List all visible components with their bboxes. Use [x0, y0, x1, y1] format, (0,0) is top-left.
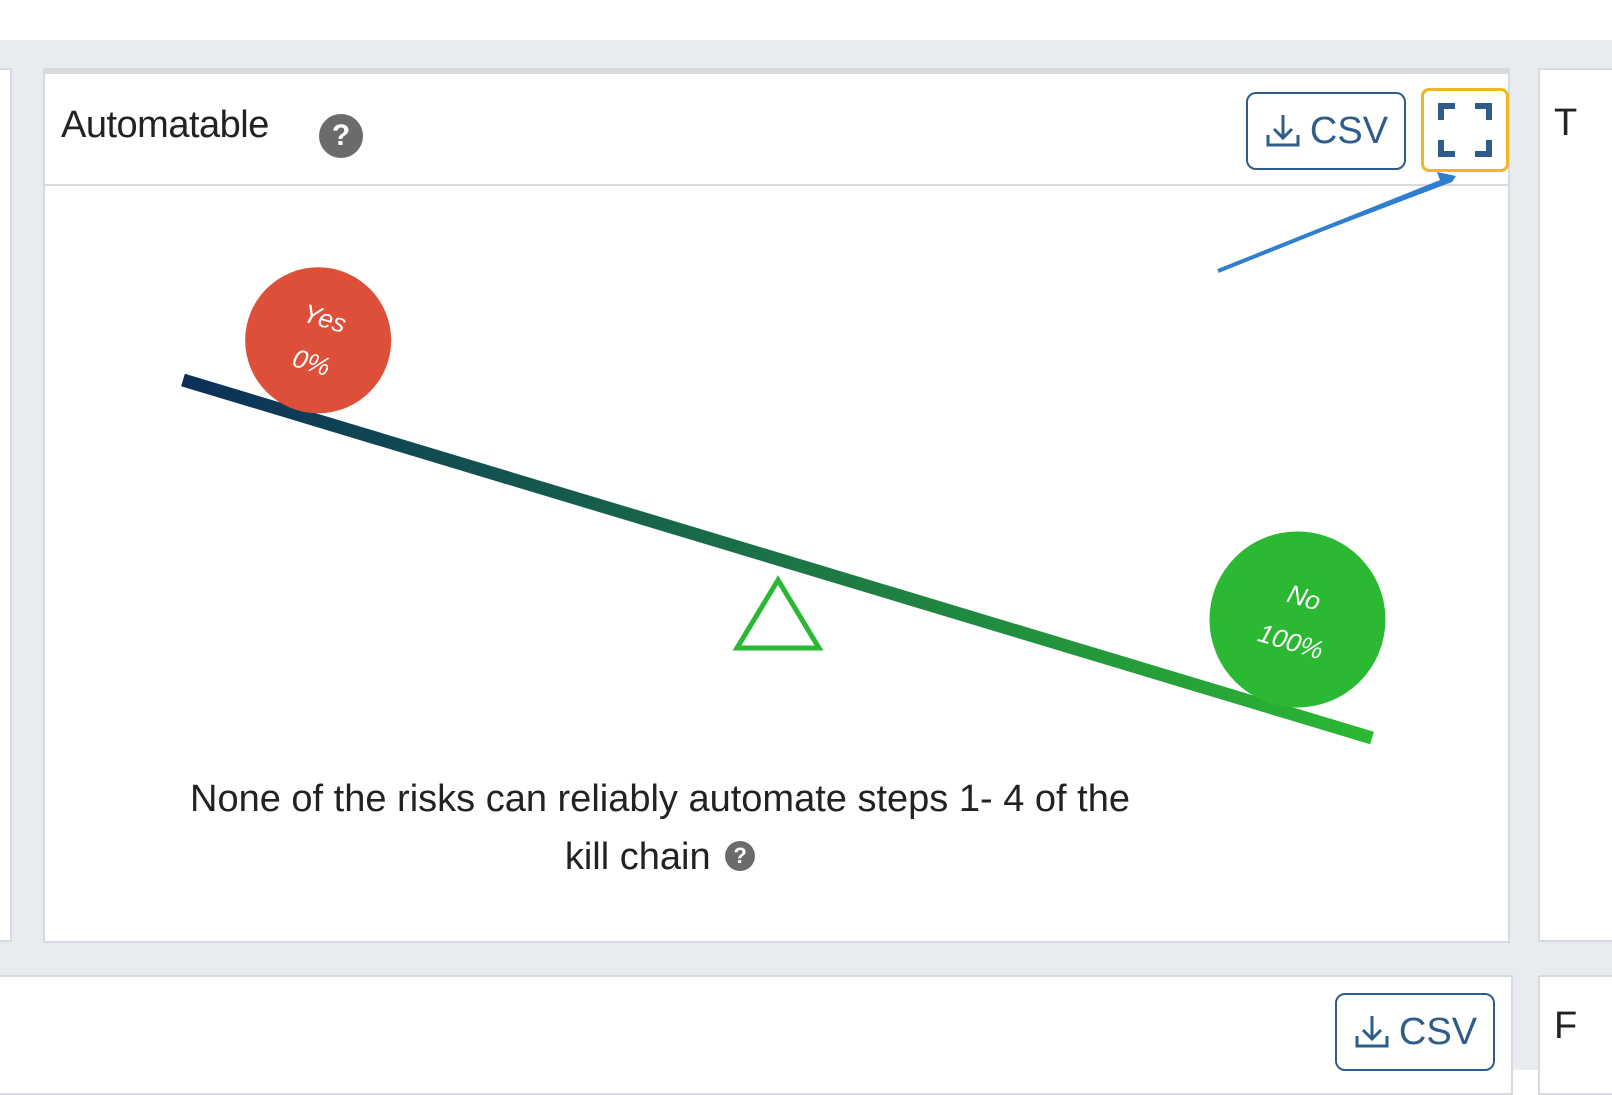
- automatable-widget: Automatable ? CSV Yes 0% No 100% None of…: [43, 68, 1510, 943]
- csv-button-label: CSV: [1398, 1010, 1478, 1053]
- seesaw-beam: [181, 373, 1374, 745]
- ball-circle: [245, 267, 392, 414]
- question-circle-icon[interactable]: ?: [725, 840, 756, 871]
- fulcrum: [732, 575, 824, 651]
- right-panel-title: T: [1554, 102, 1578, 144]
- caption-text: None of the risks can reliably automate …: [190, 778, 1130, 878]
- ball-circle: [1209, 531, 1386, 708]
- chart-caption: None of the risks can reliably automate …: [165, 770, 1155, 886]
- top-strip: [0, 0, 1612, 42]
- bottom-right-neighbor-panel: F: [1538, 975, 1612, 1095]
- left-neighbor-panel: [0, 68, 12, 942]
- csv-download-button[interactable]: CSV: [1335, 993, 1495, 1071]
- right-neighbor-panel: T: [1538, 68, 1612, 942]
- seesaw-ball-no: No100%: [1209, 531, 1386, 708]
- seesaw-ball-yes: Yes0%: [245, 267, 392, 414]
- bottom-right-panel-title: F: [1554, 1005, 1578, 1047]
- download-icon: [1355, 1016, 1389, 1048]
- bottom-neighbor-panel: CSV: [0, 975, 1513, 1095]
